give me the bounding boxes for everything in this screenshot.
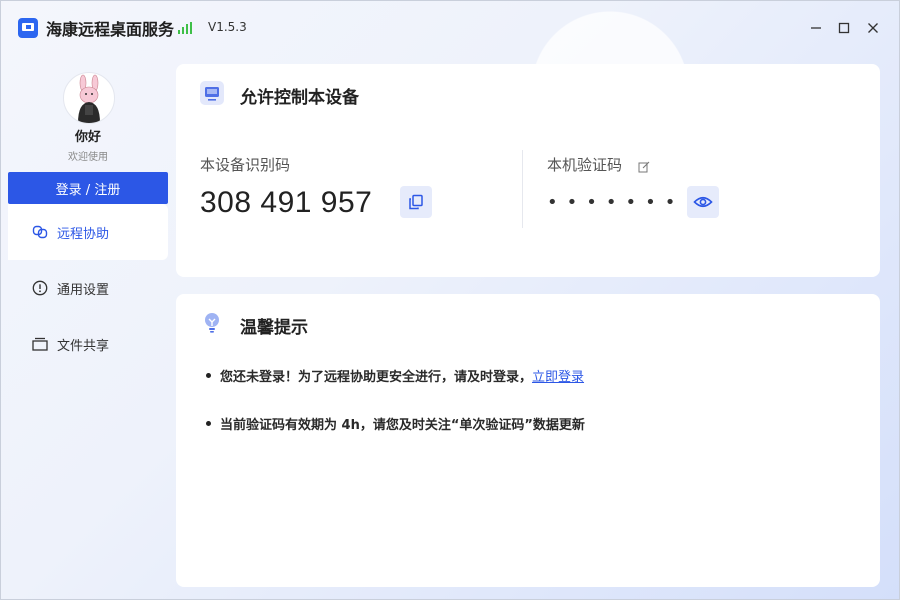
eye-icon <box>693 196 713 208</box>
verification-code-label: 本机验证码 <box>547 156 623 174</box>
sidebar-item-general-settings[interactable]: 通用设置 <box>0 260 168 316</box>
tip-code-expiry-text: 当前验证码有效期为 4h，请您及时关注“单次验证码”数据更新 <box>220 418 585 433</box>
app-logo-icon <box>18 18 38 38</box>
minimize-icon <box>811 27 821 29</box>
verification-code-masked: •••••••• <box>547 192 704 213</box>
login-register-button[interactable]: 登录 / 注册 <box>8 172 168 204</box>
user-name: 你好 <box>74 130 101 145</box>
user-subtitle: 欢迎使用 <box>68 152 108 163</box>
bullet <box>206 373 211 378</box>
login-now-link[interactable]: 立即登录 <box>532 370 584 385</box>
tip-code-expiry: 当前验证码有效期为 4h，请您及时关注“单次验证码”数据更新 <box>206 414 585 433</box>
info-circle-icon <box>32 280 48 296</box>
folder-icon <box>32 337 48 351</box>
copy-device-id-button[interactable] <box>400 186 432 218</box>
link-icon <box>32 225 48 239</box>
edit-code-button[interactable] <box>638 158 650 173</box>
show-code-button[interactable] <box>687 186 719 218</box>
control-card-title: 允许控制本设备 <box>240 88 359 108</box>
title-bar: 海康远程桌面服务 V1.5.3 <box>0 0 900 56</box>
bullet <box>206 421 211 426</box>
divider <box>522 150 523 228</box>
sidebar-item-remote-assist[interactable]: 远程协助 <box>8 204 168 260</box>
app-version: V1.5.3 <box>208 20 247 34</box>
app-title: 海康远程桌面服务 <box>46 20 175 39</box>
device-id-value: 308 491 957 <box>200 186 373 219</box>
sidebar-item-label: 远程协助 <box>57 226 110 242</box>
maximize-icon <box>838 22 850 34</box>
close-icon <box>868 23 878 33</box>
tip-login: 您还未登录！为了远程协助更安全进行，请及时登录，立即登录 <box>206 366 584 385</box>
close-button[interactable] <box>863 18 883 38</box>
avatar[interactable] <box>63 72 115 124</box>
monitor-icon <box>200 81 224 105</box>
lightbulb-icon <box>200 310 224 334</box>
allow-control-card: 允许控制本设备 本设备识别码 308 491 957 本机验证码 •••••••… <box>176 64 880 277</box>
device-id-label: 本设备识别码 <box>200 156 291 174</box>
tip-login-text: 您还未登录！为了远程协助更安全进行，请及时登录， <box>220 370 533 385</box>
avatar-image <box>78 74 100 123</box>
copy-icon <box>409 194 423 210</box>
sidebar-item-file-share[interactable]: 文件共享 <box>0 316 168 372</box>
sidebar-item-label: 通用设置 <box>57 282 110 298</box>
tips-card: 温馨提示 您还未登录！为了远程协助更安全进行，请及时登录，立即登录 当前验证码有… <box>176 294 880 587</box>
sidebar-item-label: 文件共享 <box>57 338 110 354</box>
maximize-button[interactable] <box>834 18 854 38</box>
edit-icon <box>638 161 650 173</box>
tips-card-title: 温馨提示 <box>240 318 308 338</box>
minimize-button[interactable] <box>806 18 826 38</box>
signal-icon <box>178 22 192 34</box>
